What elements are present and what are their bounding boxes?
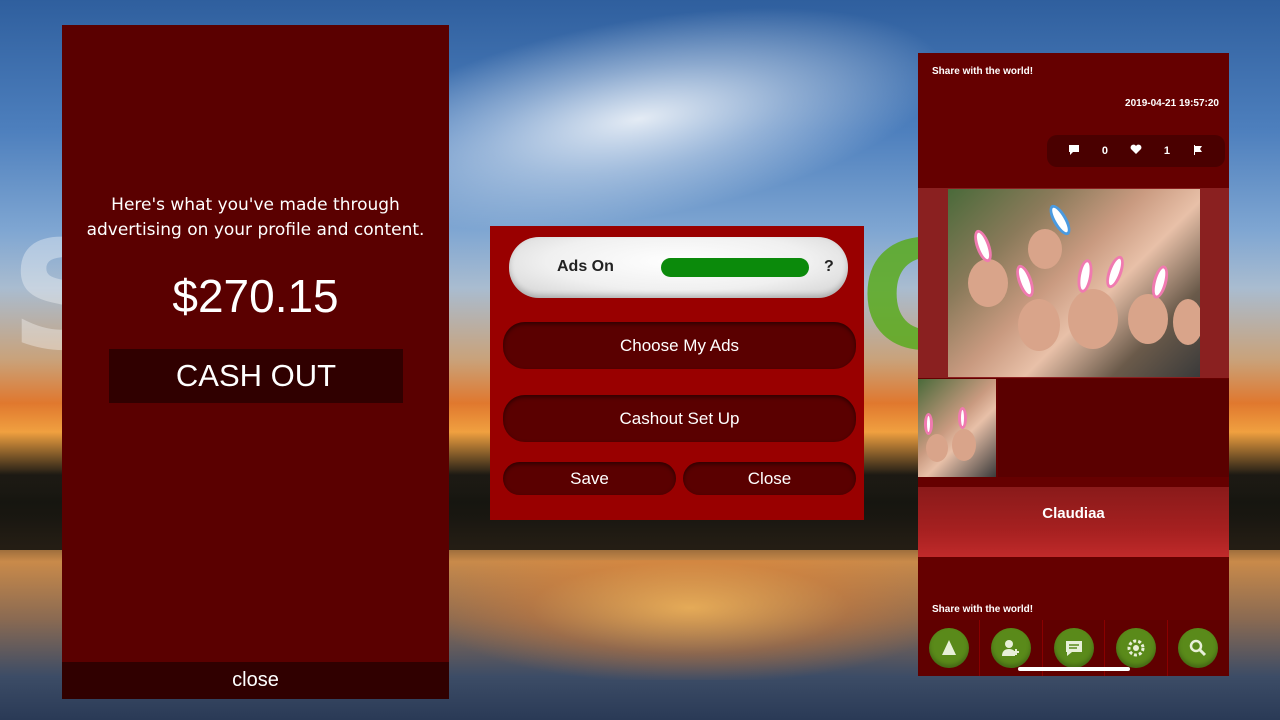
comment-icon[interactable] (1068, 144, 1080, 158)
cashout-setup-button[interactable]: Cashout Set Up (503, 395, 856, 442)
ads-settings-modal: Ads On ? Choose My Ads Cashout Set Up Sa… (490, 226, 864, 520)
close-button[interactable]: Close (683, 462, 856, 495)
earnings-close-button[interactable]: close (62, 662, 449, 699)
flag-icon[interactable] (1192, 144, 1204, 158)
cash-out-button[interactable]: CASH OUT (109, 349, 403, 403)
save-button[interactable]: Save (503, 462, 676, 495)
heart-icon[interactable] (1130, 144, 1142, 158)
feed-phone-panel: Share with the world! 2019-04-21 19:57:2… (918, 53, 1229, 676)
ads-toggle[interactable]: Ads On ? (509, 237, 848, 298)
post-stats-bar: 0 1 (1047, 135, 1225, 167)
likes-count: 1 (1163, 145, 1171, 157)
search-icon[interactable] (1178, 628, 1219, 668)
choose-my-ads-button[interactable]: Choose My Ads (503, 322, 856, 369)
comments-count: 0 (1101, 145, 1109, 157)
share-header[interactable]: Share with the world! (932, 66, 1033, 77)
gear-icon[interactable] (1115, 628, 1156, 668)
nav-item-search[interactable] (1168, 620, 1229, 676)
earnings-panel: Here's what you've made through advertis… (62, 25, 449, 699)
chat-icon[interactable] (1053, 628, 1094, 668)
ads-toggle-switch[interactable] (661, 258, 809, 277)
add-user-icon[interactable] (991, 628, 1032, 668)
username-band (918, 487, 1229, 557)
home-indicator (1018, 667, 1130, 671)
earnings-amount: $270.15 (172, 270, 339, 322)
thumbnail-strip-background (998, 379, 1229, 477)
share-footer[interactable]: Share with the world! (932, 604, 1033, 615)
nav-item-navigate[interactable] (918, 620, 981, 676)
navigate-icon[interactable] (928, 628, 969, 668)
post-photo-thumbnail[interactable] (918, 379, 996, 477)
ads-help-button[interactable]: ? (824, 258, 834, 276)
earnings-message: Here's what you've made through advertis… (86, 195, 425, 240)
post-photo[interactable] (948, 189, 1200, 377)
background-water-reflection (440, 560, 940, 680)
post-timestamp: 2019-04-21 19:57:20 (1125, 98, 1219, 109)
post-username[interactable]: Claudiaa (918, 505, 1229, 522)
ads-toggle-label: Ads On (557, 258, 614, 275)
